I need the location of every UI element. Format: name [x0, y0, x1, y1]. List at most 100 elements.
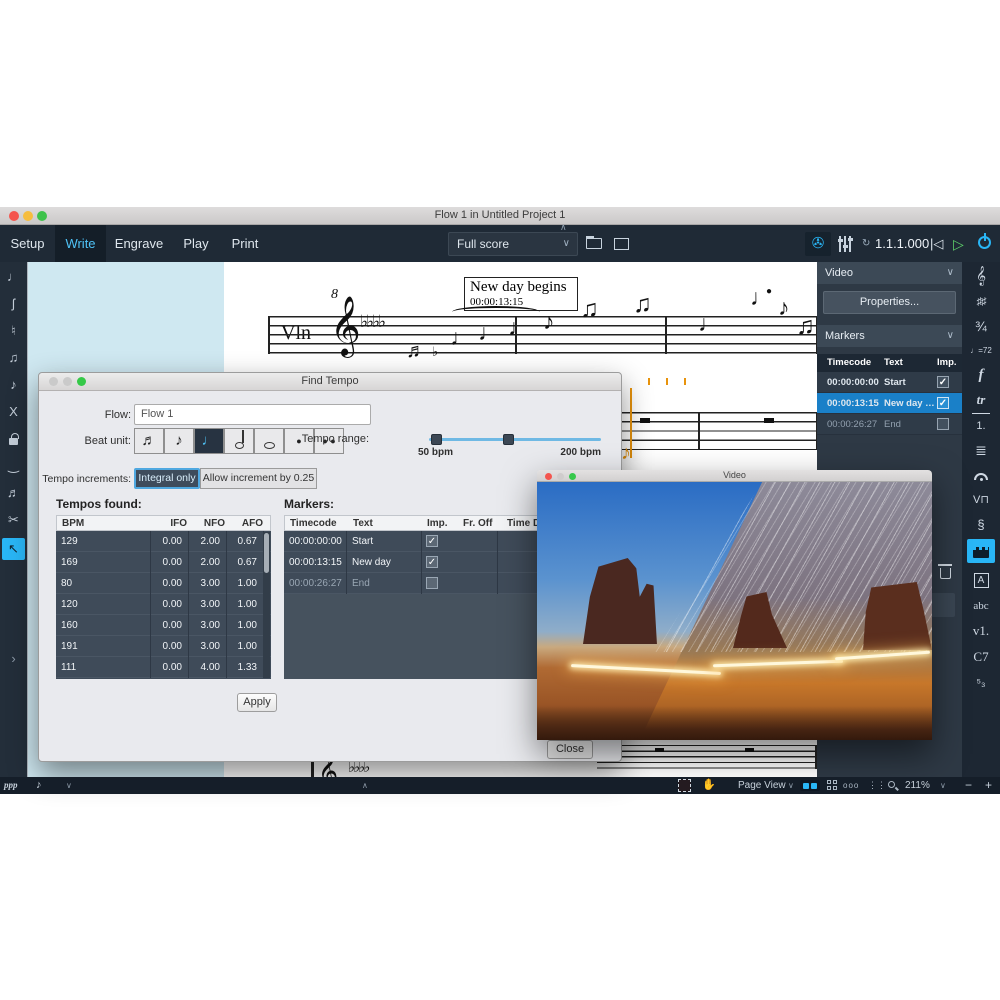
scissors-icon[interactable]: ✂ [0, 509, 27, 531]
important-checkbox[interactable] [426, 577, 438, 589]
flows-icon[interactable] [584, 232, 606, 256]
notes-tool[interactable]: ♩ [0, 266, 27, 288]
note-glyph[interactable]: ♩ [508, 314, 531, 341]
tempo-row[interactable]: 160 0.00 3.00 1.00 [56, 615, 271, 636]
beams-tool[interactable]: ♬ [0, 482, 27, 504]
tempo-row[interactable]: 191 0.00 3.00 1.00 [56, 636, 271, 657]
chevron-down-icon[interactable]: ∨ [788, 777, 794, 794]
video-markers-icon[interactable] [967, 539, 995, 563]
vertical-dots-icon[interactable]: ⋮⋮ [868, 777, 886, 794]
figured-bass-icon[interactable]: ⁵₃ [962, 671, 1000, 695]
playback-holds-icon[interactable]: § [962, 513, 1000, 537]
bars-barlines-icon[interactable]: ≣ [962, 438, 1000, 462]
important-checkbox[interactable] [937, 418, 949, 430]
play-icon[interactable]: ▷ [953, 232, 964, 256]
key-signatures-icon[interactable]: ♯♯ [962, 290, 1000, 314]
chord-symbols-icon[interactable]: C7 [962, 645, 1000, 669]
key-signature-flats[interactable]: ♭♭♭♭ [360, 312, 384, 332]
panel-expander-chevron-icon[interactable]: › [0, 648, 27, 670]
view-type-select[interactable]: Page View [738, 777, 786, 794]
video-properties-button[interactable]: Properties... [823, 291, 956, 314]
note-glyph[interactable]: ♪ [543, 308, 555, 335]
tuplets-tool[interactable]: ♫ [0, 347, 27, 369]
apply-button[interactable]: Apply [237, 693, 277, 712]
note-glyph[interactable]: ♬ [406, 340, 426, 363]
beat-unit-eighth[interactable]: ♪ [164, 428, 194, 454]
articulations-tool[interactable]: X [0, 401, 27, 423]
marker-row[interactable]: 00:00:00:00 Start ✓ [817, 372, 962, 393]
note-glyph[interactable]: ♪ [778, 294, 790, 321]
important-checkbox[interactable]: ✓ [937, 376, 949, 388]
markers-section-header[interactable]: Markers ∨ [817, 325, 962, 347]
video-section-header[interactable]: Video ∨ [817, 262, 962, 284]
video-window[interactable]: Video [537, 470, 932, 740]
delete-marker-icon[interactable] [940, 568, 951, 579]
slider-handle-max[interactable] [503, 434, 514, 445]
treble-clef-glyph[interactable]: 𝄞 [330, 296, 361, 357]
important-checkbox[interactable]: ✓ [426, 556, 438, 568]
video-window-titlebar[interactable]: Video [537, 470, 932, 482]
lock-icon[interactable] [0, 428, 27, 450]
tab-engrave[interactable]: Engrave [106, 225, 172, 262]
lyrics-icon[interactable]: abc [962, 594, 1000, 618]
pointer-tool[interactable]: ↖ [2, 538, 25, 560]
important-checkbox[interactable]: ✓ [937, 397, 949, 409]
note-glyph[interactable]: ♩ [450, 324, 473, 351]
beat-unit-whole[interactable] [254, 428, 284, 454]
tab-setup[interactable]: Setup [0, 225, 55, 262]
note-glyph[interactable]: ♫ [633, 290, 652, 319]
rest-glyph[interactable] [640, 418, 650, 423]
flow-input[interactable]: Flow 1 [134, 404, 371, 425]
flat-glyph[interactable]: ♭ [432, 344, 438, 360]
ties-tool[interactable]: ‿ [0, 455, 27, 477]
beat-unit-sixteenth[interactable]: ♬ [134, 428, 164, 454]
chevron-down-icon[interactable]: ∨ [66, 777, 72, 794]
notes-popover-icon[interactable]: ♪ [36, 777, 42, 794]
rests-tool[interactable]: ʃ [0, 293, 27, 315]
tempo-row[interactable]: 80 0.00 3.00 1.00 [56, 573, 271, 594]
beat-unit-half[interactable] [224, 428, 254, 454]
tab-write[interactable]: Write [55, 225, 106, 262]
tempo-range-slider[interactable] [429, 438, 601, 441]
repeat-endings-icon[interactable]: 1. [972, 413, 990, 437]
zoom-in-button[interactable]: + [985, 777, 992, 794]
close-button[interactable]: Close [547, 740, 593, 759]
bars-view-icon[interactable]: ooo [843, 777, 859, 794]
beat-unit-quarter[interactable]: ♩ [194, 428, 224, 454]
ornaments-icon[interactable]: tr [962, 388, 1000, 412]
increment-option-integral[interactable]: Integral only [134, 468, 200, 489]
tempo-row[interactable]: 120 0.00 3.00 1.00 [56, 594, 271, 615]
note-glyph[interactable]: ♩ [698, 310, 721, 337]
layout-grid-icon[interactable] [827, 780, 837, 791]
marker-row[interactable]: 00:00:26:27 End [817, 414, 962, 435]
tempos-scrollbar[interactable] [263, 532, 270, 678]
accidentals-tool[interactable]: ♮ [0, 320, 27, 342]
bowing-icon[interactable]: V⊓ [962, 488, 1000, 512]
time-signatures-icon[interactable]: ¾ [962, 314, 1000, 338]
rest-glyph[interactable] [764, 418, 774, 423]
hand-tool-icon[interactable]: ✋ [702, 777, 716, 794]
fermata-icon[interactable] [962, 463, 1000, 487]
tempo-icon[interactable]: ♩=72 [962, 339, 1000, 363]
clefs-icon[interactable]: 𝄞 [962, 264, 1000, 288]
tempos-table[interactable]: 129 0.00 2.00 0.67 169 0.00 2.00 0.67 80… [56, 531, 271, 679]
tempo-row[interactable]: 111 0.00 4.00 1.33 [56, 657, 271, 678]
tab-print[interactable]: Print [220, 225, 270, 262]
layout-select[interactable]: Full score ∨ [448, 232, 578, 256]
dialog-titlebar[interactable]: Find Tempo [39, 373, 621, 391]
note-glyph[interactable]: ♩ [478, 319, 501, 346]
zoom-magnifier-icon[interactable] [888, 781, 895, 788]
dynamics-popover-icon[interactable]: ppp [4, 777, 18, 794]
increment-option-quarter[interactable]: Allow increment by 0.25 [200, 468, 317, 489]
text-frames-icon[interactable]: A [962, 567, 1000, 591]
note-glyph[interactable]: ♫ [580, 295, 599, 324]
tempo-row[interactable]: 169 0.00 2.00 0.67 [56, 552, 271, 573]
expand-bottom-panel-chevron-icon[interactable]: ∧ [362, 777, 368, 794]
marker-row-selected[interactable]: 00:00:13:15 New day … ✓ [817, 393, 962, 414]
frame-view-icon[interactable] [612, 232, 632, 256]
marquee-tool-icon[interactable] [678, 779, 691, 792]
loop-icon[interactable]: ↻ [862, 232, 870, 256]
dynamics-icon[interactable]: f [962, 363, 1000, 387]
zoom-level[interactable]: 211% [905, 777, 930, 794]
playing-techniques-icon[interactable]: v1. [962, 619, 1000, 643]
